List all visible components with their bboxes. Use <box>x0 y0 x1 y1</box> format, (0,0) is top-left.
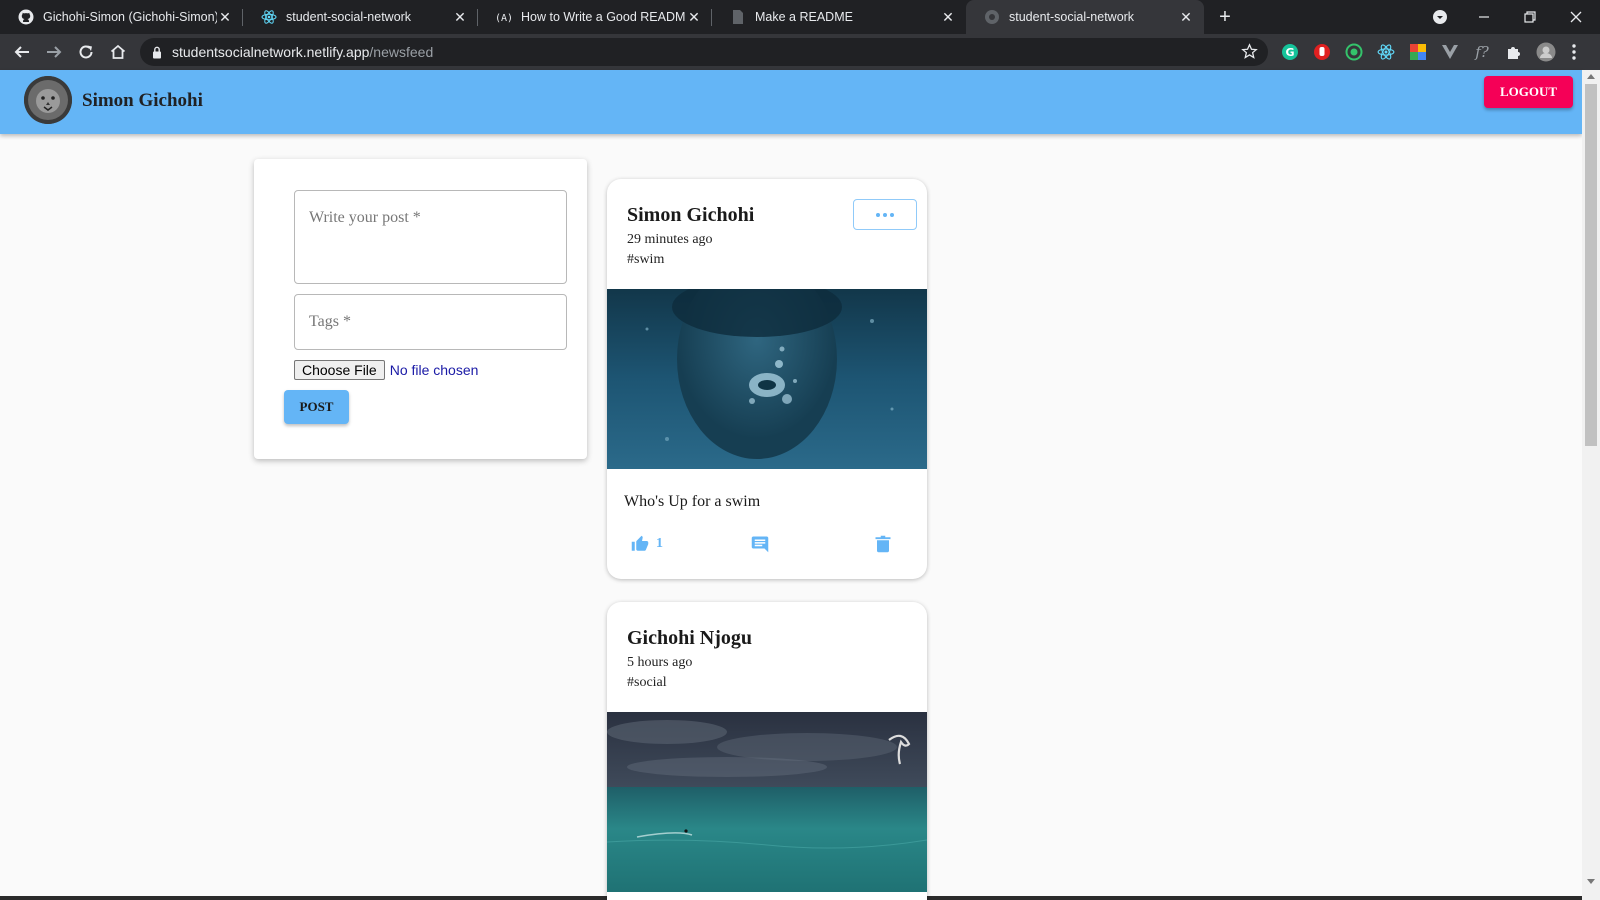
forward-arrow-icon[interactable] <box>42 40 66 64</box>
new-tab-button[interactable]: + <box>1214 6 1236 28</box>
logout-button[interactable]: LOGOUT <box>1484 76 1573 108</box>
scroll-up-icon[interactable] <box>1587 74 1595 79</box>
extensions-puzzle-icon[interactable] <box>1504 42 1524 62</box>
tab-title: student-social-network <box>1009 10 1135 24</box>
lock-icon <box>152 46 162 59</box>
browser-toolbar: studentsocialnetwork.netlify.app/newsfee… <box>0 34 1600 70</box>
file-status-text: No file chosen <box>389 362 479 378</box>
post-image <box>607 712 927 892</box>
svg-text:G: G <box>1285 46 1294 59</box>
post-text-field[interactable] <box>294 190 567 284</box>
tab-title: Make a README <box>755 10 853 24</box>
font-finder-icon[interactable]: f? <box>1472 42 1492 62</box>
post-tag: #social <box>627 675 667 690</box>
post-body-text: Who's Up for a swim <box>624 493 761 510</box>
feed-post: Simon Gichohi 29 minutes ago #swim Who's… <box>607 179 927 579</box>
bookmark-star-icon[interactable] <box>1241 43 1258 60</box>
minimize-icon[interactable] <box>1462 0 1506 34</box>
document-icon <box>730 9 746 25</box>
extension-target-icon[interactable] <box>1344 42 1364 62</box>
browser-menu-icon[interactable] <box>1564 42 1584 62</box>
post-author: Gichohi Njogu <box>627 627 753 649</box>
browser-tab-github[interactable]: Gichohi-Simon (Gichohi-Simon) ✕ <box>0 0 243 34</box>
svg-text:(A): (A) <box>496 13 512 24</box>
window-close-icon[interactable] <box>1554 0 1598 34</box>
tags-field[interactable] <box>294 294 567 350</box>
tab-search-icon[interactable] <box>1418 0 1462 34</box>
color-picker-icon[interactable] <box>1408 42 1428 62</box>
browser-tab-active[interactable]: student-social-network ✕ <box>966 0 1204 34</box>
close-icon[interactable]: ✕ <box>940 9 956 26</box>
close-icon[interactable]: ✕ <box>217 9 233 26</box>
close-icon[interactable]: ✕ <box>1178 9 1194 26</box>
like-count: 1 <box>656 536 663 551</box>
post-more-button[interactable] <box>853 199 917 230</box>
freecodecamp-icon: (A) <box>496 9 512 25</box>
browser-tab-readme-article[interactable]: (A) How to Write a Good README Fi ✕ <box>478 0 712 34</box>
extension-hand-icon[interactable] <box>1312 42 1332 62</box>
post-image <box>607 259 927 469</box>
reload-icon[interactable] <box>74 40 98 64</box>
address-bar[interactable]: studentsocialnetwork.netlify.app/newsfee… <box>140 38 1268 66</box>
close-icon[interactable]: ✕ <box>686 9 702 26</box>
more-dots-icon <box>876 212 880 217</box>
create-post-form: Choose File No file chosen POST <box>254 159 587 459</box>
url-path: /newsfeed <box>369 44 434 60</box>
tab-title: Gichohi-Simon (Gichohi-Simon) <box>43 10 217 24</box>
delete-button[interactable] <box>875 529 891 559</box>
post-button[interactable]: POST <box>284 390 349 424</box>
close-icon[interactable]: ✕ <box>452 9 468 26</box>
home-icon[interactable] <box>106 40 130 64</box>
tags-input[interactable] <box>295 295 566 349</box>
profile-avatar-icon[interactable] <box>1536 42 1556 62</box>
browser-tab-strip: Gichohi-Simon (Gichohi-Simon) ✕ student-… <box>0 0 1600 34</box>
post-textarea[interactable] <box>295 191 566 263</box>
trash-icon <box>875 535 891 553</box>
browser-tab-make-readme[interactable]: Make a README ✕ <box>712 0 966 34</box>
scrollbar-thumb[interactable] <box>1585 84 1597 446</box>
globe-icon <box>984 9 1000 25</box>
browser-tab-react-app[interactable]: student-social-network ✕ <box>243 0 478 34</box>
post-timestamp: 5 hours ago <box>627 655 693 670</box>
like-button[interactable]: 1 <box>631 529 663 559</box>
choose-file-button[interactable]: Choose File <box>294 360 385 380</box>
post-actions: 1 <box>607 529 927 559</box>
page-scrollbar[interactable] <box>1582 70 1600 900</box>
comment-icon <box>751 535 769 553</box>
github-icon <box>18 9 34 25</box>
react-devtools-icon[interactable] <box>1376 42 1396 62</box>
post-tag: #swim <box>627 252 665 267</box>
tab-title: How to Write a Good README Fi <box>521 10 686 24</box>
user-avatar[interactable] <box>24 76 72 124</box>
feed-post: Gichohi Njogu 5 hours ago #social <box>607 602 927 900</box>
thumbs-up-icon <box>631 535 649 553</box>
app-header: Simon Gichohi LOGOUT <box>0 70 1582 134</box>
comment-button[interactable] <box>751 529 769 559</box>
scroll-down-icon[interactable] <box>1587 879 1595 884</box>
url-host: studentsocialnetwork.netlify.app <box>172 44 370 60</box>
restore-icon[interactable] <box>1508 0 1552 34</box>
grammarly-icon[interactable]: G <box>1280 42 1300 62</box>
header-user-name: Simon Gichohi <box>82 90 203 111</box>
back-arrow-icon[interactable] <box>10 40 34 64</box>
react-icon <box>261 9 277 25</box>
tab-title: student-social-network <box>286 10 412 24</box>
post-timestamp: 29 minutes ago <box>627 232 713 247</box>
vue-devtools-icon[interactable] <box>1440 42 1460 62</box>
post-author: Simon Gichohi <box>627 204 755 226</box>
file-picker: Choose File No file chosen <box>294 360 478 380</box>
